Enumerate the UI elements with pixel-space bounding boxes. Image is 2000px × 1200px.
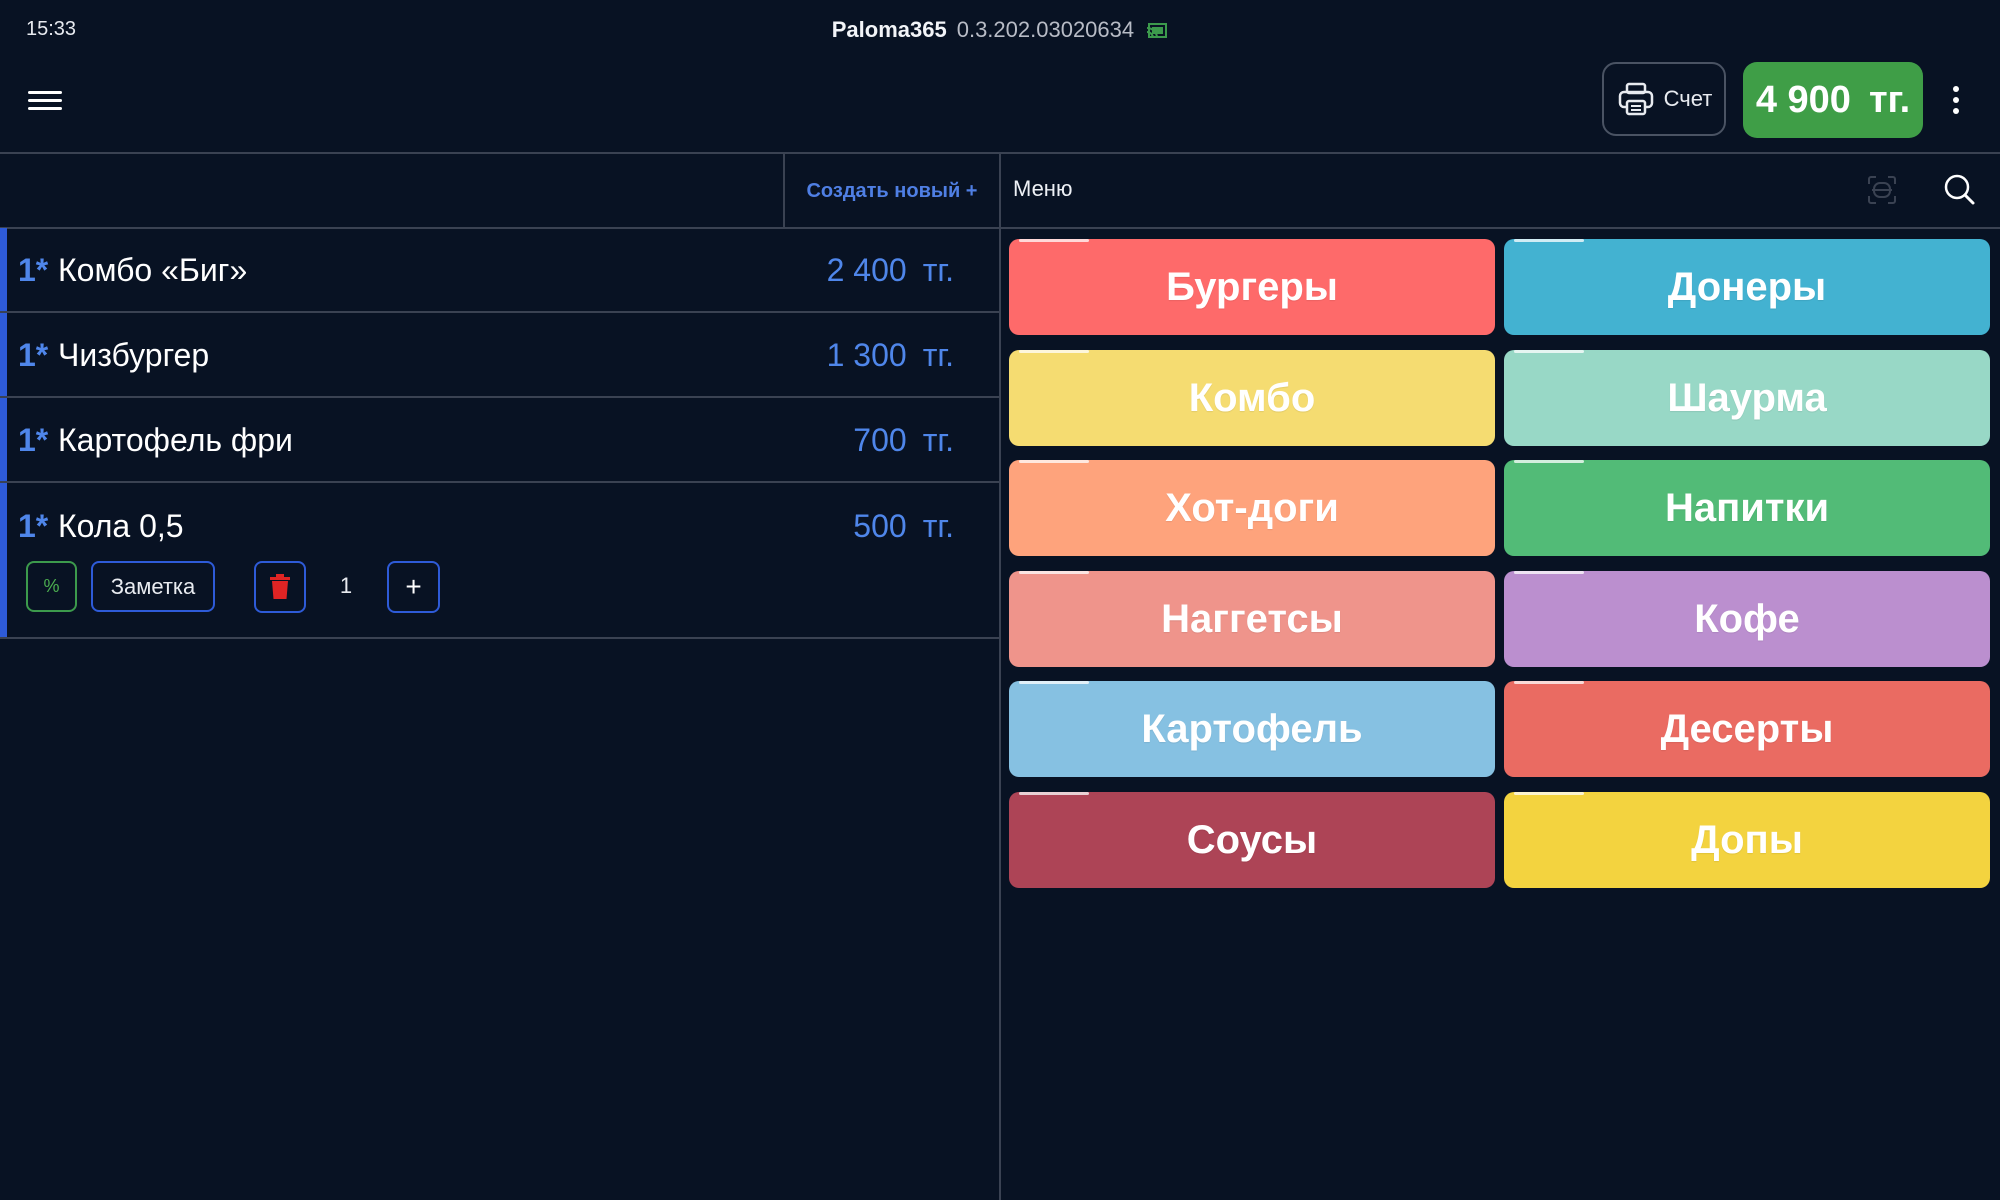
category-button[interactable]: Десерты — [1504, 681, 1990, 777]
item-quantity: 1* — [18, 252, 49, 288]
price-currency: тг. — [922, 422, 954, 458]
category-button[interactable]: Наггетсы — [1009, 571, 1495, 667]
delete-item-button[interactable] — [254, 561, 306, 613]
row-accent — [0, 483, 7, 637]
category-button[interactable]: Шаурма — [1504, 350, 1990, 446]
category-label: Донеры — [1667, 264, 1827, 309]
category-label: Допы — [1691, 817, 1803, 862]
order-item-row[interactable]: 1* Комбо «Биг» 2 400 тг. — [0, 228, 1000, 312]
note-label: Заметка — [110, 573, 196, 599]
category-label: Хот-доги — [1165, 485, 1339, 530]
category-label: Шаурма — [1667, 375, 1827, 420]
item-name: Кола 0,5 — [58, 508, 184, 544]
search-icon[interactable] — [1942, 172, 1978, 208]
price-value: 700 — [853, 422, 907, 458]
category-button[interactable]: Комбо — [1009, 350, 1495, 446]
note-button[interactable]: Заметка — [91, 561, 215, 612]
category-button[interactable]: Картофель — [1009, 681, 1495, 777]
increase-quantity-button[interactable]: + — [387, 561, 440, 613]
more-vertical-icon[interactable] — [1951, 86, 1961, 120]
item-name: Комбо «Биг» — [58, 252, 248, 288]
bill-button[interactable]: Счет — [1602, 62, 1726, 136]
total-currency: тг. — [1868, 78, 1911, 121]
price-currency: тг. — [922, 252, 954, 288]
printer-icon — [1618, 82, 1653, 116]
menu-title: Меню — [1013, 176, 1073, 201]
category-button[interactable]: Соусы — [1009, 792, 1495, 888]
item-quantity: 1* — [18, 508, 49, 544]
category-label: Напитки — [1664, 485, 1830, 530]
category-button[interactable]: Кофе — [1504, 571, 1990, 667]
price-value: 500 — [853, 508, 907, 544]
status-bar: 15:33 Paloma365 0.3.202.03020634 — [0, 0, 2000, 62]
row-accent — [0, 313, 7, 397]
app-version: 0.3.202.03020634 — [956, 17, 1135, 42]
item-quantity: 1* — [18, 422, 49, 458]
trash-icon — [270, 574, 290, 599]
scan-icon[interactable] — [1866, 174, 1898, 206]
total-amount-button[interactable]: 4 900 тг. — [1743, 62, 1923, 138]
total-amount: 4 900 — [1755, 78, 1851, 121]
category-label: Бургеры — [1166, 264, 1338, 309]
row-accent — [0, 228, 7, 312]
category-label: Кофе — [1694, 596, 1800, 641]
order-item-row-selected[interactable]: 1* Кола 0,5 500 тг. — [0, 483, 1000, 637]
item-name: Чизбургер — [58, 337, 210, 373]
category-label: Десерты — [1660, 706, 1834, 751]
category-label: Комбо — [1188, 375, 1316, 420]
category-button[interactable]: Бургеры — [1009, 239, 1495, 335]
discount-label: % — [43, 576, 60, 596]
category-label: Наггетсы — [1161, 596, 1343, 641]
bill-label: Счет — [1663, 86, 1713, 111]
item-price: 700 тг. — [853, 422, 954, 459]
row-accent — [0, 398, 7, 482]
price-value: 1 300 — [826, 337, 907, 373]
create-new-order-button[interactable]: Создать новый + — [785, 155, 999, 227]
category-button[interactable]: Допы — [1504, 792, 1990, 888]
price-currency: тг. — [922, 337, 954, 373]
hamburger-menu-icon[interactable] — [28, 86, 62, 116]
order-item-row[interactable]: 1* Чизбургер 1 300 тг. — [0, 313, 1000, 397]
category-button[interactable]: Донеры — [1504, 239, 1990, 335]
price-value: 2 400 — [826, 252, 907, 288]
category-button[interactable]: Напитки — [1504, 460, 1990, 556]
price-currency: тг. — [922, 508, 954, 544]
category-button[interactable]: Хот-доги — [1009, 460, 1495, 556]
category-label: Картофель — [1141, 706, 1363, 751]
create-new-label: Создать новый + — [806, 179, 978, 202]
item-name: Картофель фри — [58, 422, 293, 458]
app-name: Paloma365 — [831, 17, 947, 42]
item-price: 1 300 тг. — [827, 337, 954, 374]
discount-button[interactable]: % — [26, 561, 77, 612]
divider — [0, 637, 1000, 639]
category-label: Соусы — [1186, 817, 1318, 862]
item-price: 500 тг. — [853, 508, 954, 545]
item-quantity: 1* — [18, 337, 49, 373]
app-info: Paloma365 0.3.202.03020634 — [0, 17, 2000, 43]
cast-icon — [1147, 23, 1168, 39]
plus-label: + — [405, 571, 422, 602]
quantity-value: 1 — [339, 573, 353, 598]
order-item-row[interactable]: 1* Картофель фри 700 тг. — [0, 398, 1000, 482]
item-price: 2 400 тг. — [827, 252, 954, 289]
